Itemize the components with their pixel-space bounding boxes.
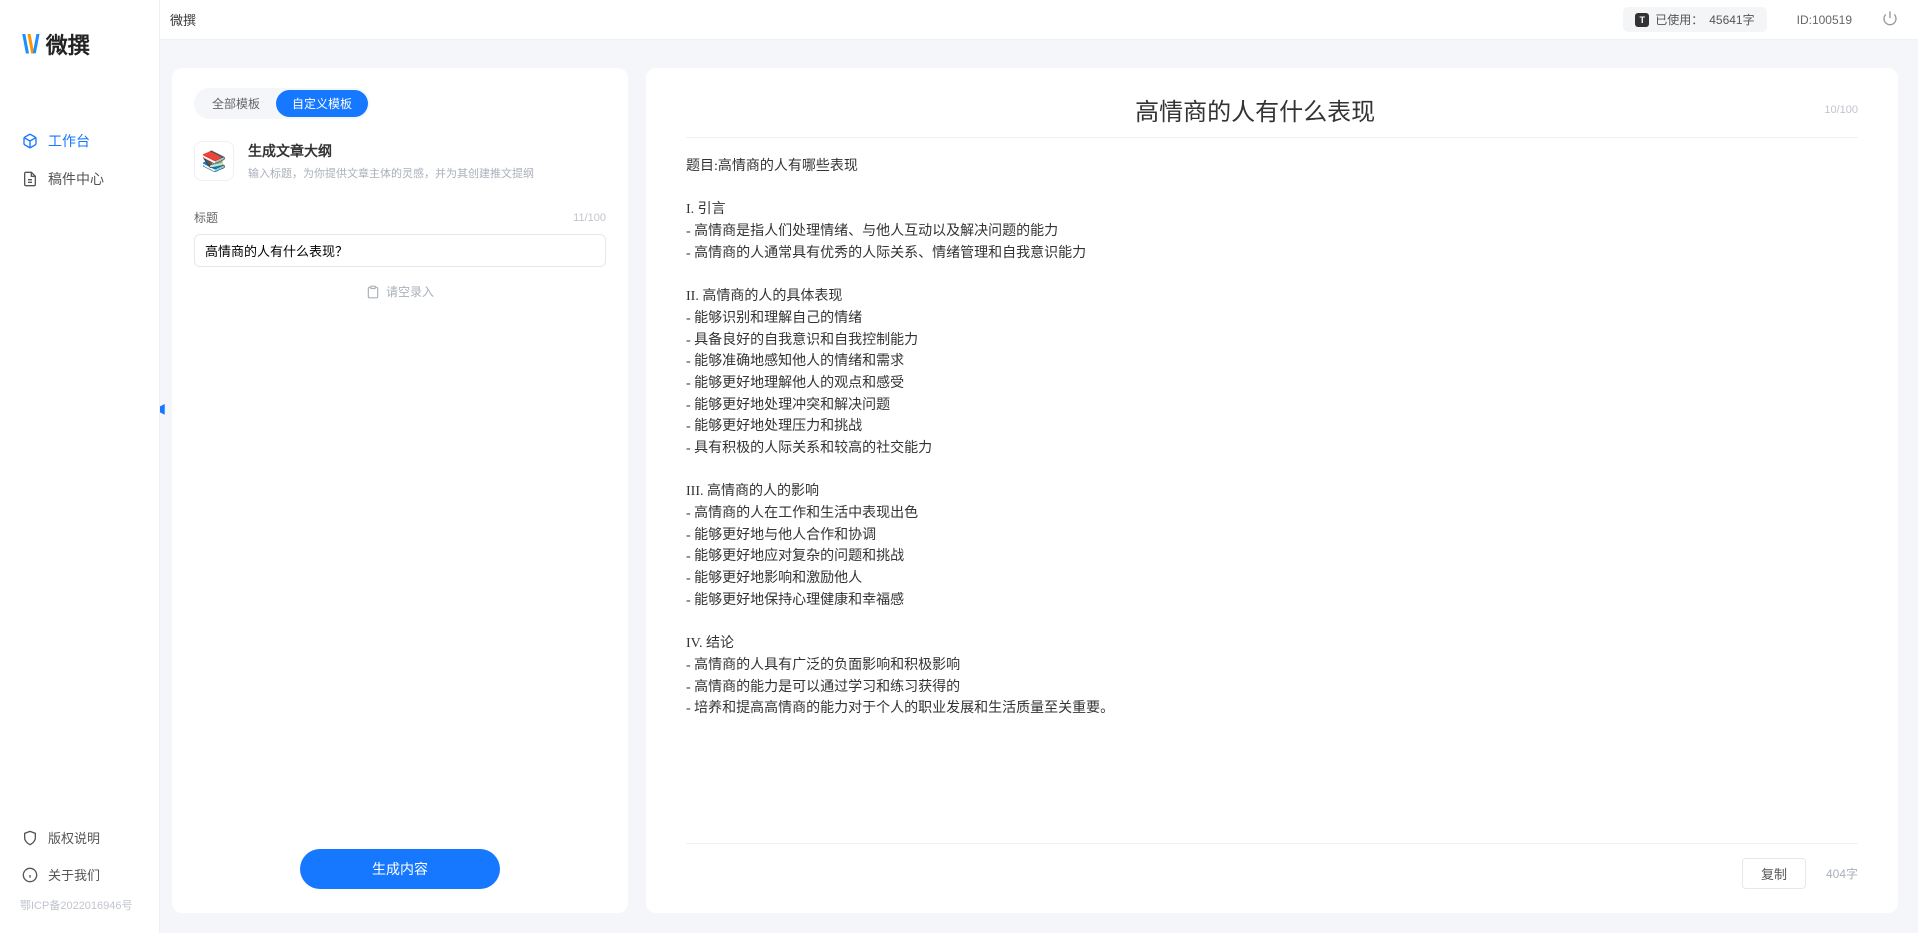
- user-id: ID:100519: [1797, 13, 1852, 27]
- title-input[interactable]: [194, 234, 606, 267]
- template-desc: 输入标题，为你提供文章主体的灵感，并为其创建推文提纲: [248, 165, 534, 181]
- sidebar-nav: 工作台 稿件中心: [0, 82, 159, 819]
- output-body: 题目:高情商的人有哪些表现 I. 引言 - 高情商是指人们处理情绪、与他人互动以…: [686, 156, 1858, 843]
- usage-value: 45641字: [1709, 11, 1754, 28]
- document-icon: [22, 171, 38, 187]
- topbar-right: T 已使用： 45641字 ID:100519: [1623, 7, 1898, 32]
- right-panel: 高情商的人有什么表现 10/100 题目:高情商的人有哪些表现 I. 引言 - …: [646, 68, 1898, 913]
- sidebar-footer: 版权说明 关于我们 鄂ICP备2022016946号: [0, 819, 159, 933]
- title-field-header: 标题 11/100: [194, 209, 606, 226]
- content: ◀ 全部模板 自定义模板 📚 生成文章大纲 输入标题，为你提供文章主体的灵感，并…: [160, 40, 1918, 933]
- power-button[interactable]: [1882, 10, 1898, 29]
- sidebar-item-copyright[interactable]: 版权说明: [0, 819, 159, 856]
- icp-text: 鄂ICP备2022016946号: [0, 893, 159, 921]
- sidebar: \\/ 微撰 工作台 稿件中心 版权说明 关于我们 鄂ICP备202201694…: [0, 0, 160, 933]
- main: 微撰 T 已使用： 45641字 ID:100519 ◀ 全部模板 自定义模板: [160, 0, 1918, 933]
- output-title-count: 10/100: [1824, 104, 1858, 116]
- power-icon: [1882, 10, 1898, 26]
- sidebar-item-label: 版权说明: [48, 828, 100, 847]
- cube-icon: [22, 133, 38, 149]
- logo-mark: \\/: [22, 29, 38, 60]
- output-footer: 复制 404字: [686, 843, 1858, 889]
- sidebar-item-drafts[interactable]: 稿件中心: [0, 160, 159, 198]
- sidebar-item-label: 关于我们: [48, 865, 100, 884]
- template-name: 生成文章大纲: [248, 141, 534, 161]
- divider: [686, 137, 1858, 138]
- logo-text: 微撰: [46, 28, 90, 60]
- sidebar-item-label: 工作台: [48, 131, 90, 151]
- page-title: 微撰: [170, 10, 196, 29]
- output-title-row: 高情商的人有什么表现 10/100: [686, 92, 1858, 127]
- left-panel: 全部模板 自定义模板 📚 生成文章大纲 输入标题，为你提供文章主体的灵感，并为其…: [172, 68, 628, 913]
- sidebar-item-about[interactable]: 关于我们: [0, 856, 159, 893]
- info-icon: [22, 867, 38, 883]
- tab-all-templates[interactable]: 全部模板: [196, 90, 276, 117]
- template-icon: 📚: [194, 141, 234, 181]
- shield-icon: [22, 830, 38, 846]
- tab-custom-templates[interactable]: 自定义模板: [276, 90, 368, 117]
- output-title: 高情商的人有什么表现: [686, 92, 1824, 127]
- sidebar-item-workspace[interactable]: 工作台: [0, 122, 159, 160]
- template-card: 📚 生成文章大纲 输入标题，为你提供文章主体的灵感，并为其创建推文提纲: [194, 141, 606, 181]
- title-field-label: 标题: [194, 209, 218, 226]
- generate-button[interactable]: 生成内容: [300, 849, 500, 889]
- topbar: 微撰 T 已使用： 45641字 ID:100519: [160, 0, 1918, 40]
- voice-input-label: 请空录入: [386, 283, 434, 300]
- template-info: 生成文章大纲 输入标题，为你提供文章主体的灵感，并为其创建推文提纲: [248, 141, 534, 181]
- clipboard-icon: [366, 285, 380, 299]
- output-char-count: 404字: [1826, 865, 1858, 882]
- copy-button[interactable]: 复制: [1742, 858, 1806, 889]
- logo: \\/ 微撰: [0, 0, 159, 82]
- title-field-count: 11/100: [573, 212, 606, 224]
- text-icon: T: [1635, 13, 1649, 27]
- collapse-handle[interactable]: ◀: [160, 400, 165, 417]
- usage-label: 已使用：: [1655, 11, 1703, 28]
- template-tabs: 全部模板 自定义模板: [194, 88, 370, 119]
- sidebar-item-label: 稿件中心: [48, 169, 104, 189]
- voice-input-button[interactable]: 请空录入: [194, 267, 606, 316]
- usage-badge: T 已使用： 45641字: [1623, 7, 1766, 32]
